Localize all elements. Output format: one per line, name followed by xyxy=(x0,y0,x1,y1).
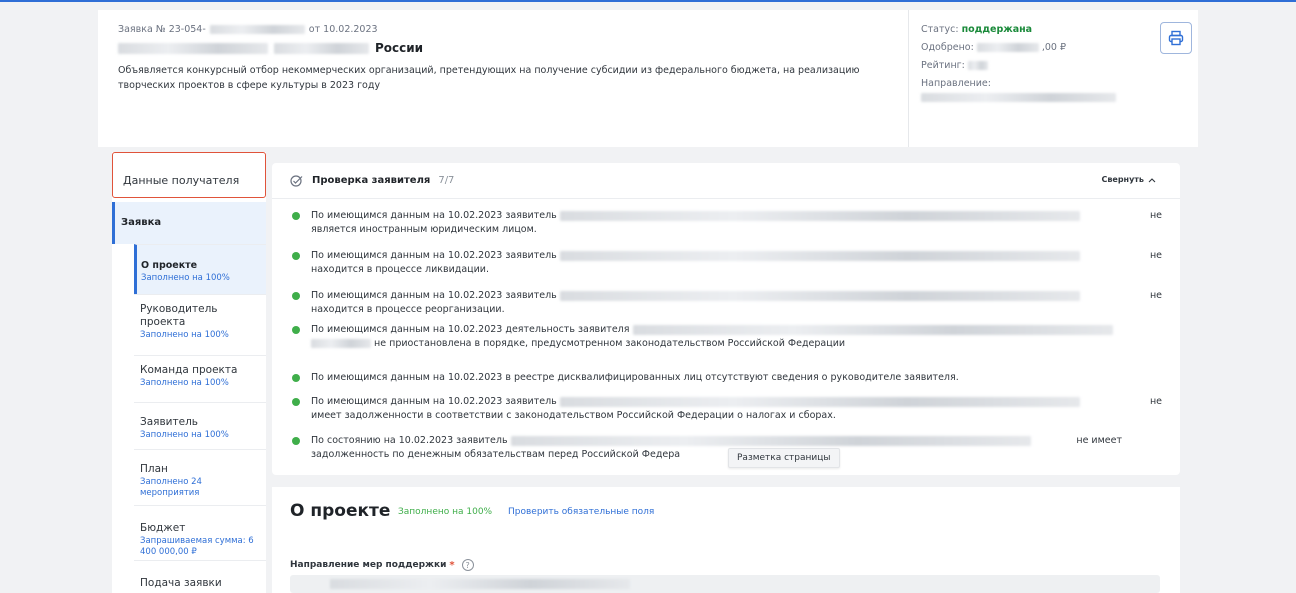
redacted-rating xyxy=(967,61,988,70)
applicant-check-card: Проверка заявителя 7/7 Свернуть По имеющ… xyxy=(272,163,1180,475)
sidebar-item-plan[interactable]: План Заполнено 24 мероприятия xyxy=(134,449,266,505)
check-ok-icon xyxy=(292,212,300,220)
check-title: Проверка заявителя xyxy=(312,175,431,186)
top-accent-line xyxy=(0,0,1296,2)
printer-icon xyxy=(1168,30,1184,46)
redacted-amount xyxy=(976,43,1039,52)
collapse-button[interactable]: Свернуть xyxy=(1101,175,1156,184)
direction-row: Направление: xyxy=(921,78,991,89)
competition-description: Объявляется конкурсный отбор некоммерчес… xyxy=(118,65,860,91)
checklist-icon xyxy=(290,174,303,187)
check-required-fields-link[interactable]: Проверить обязательные поля xyxy=(508,507,654,517)
redacted-title-2 xyxy=(274,42,369,54)
support-direction-label: Направление мер поддержки * ? xyxy=(290,559,474,571)
check-ok-icon xyxy=(292,252,300,260)
sidebar-item-recipient-data[interactable]: Данные получателя xyxy=(112,152,266,198)
applicant-check-header: Проверка заявителя 7/7 Свернуть xyxy=(272,163,1180,199)
section-title: О проекте xyxy=(290,501,391,521)
check-item: По имеющимся данным на 10.02.2023 заявит… xyxy=(292,395,1162,423)
status-badge: поддержана xyxy=(961,24,1033,35)
about-project-section: О проекте Заполнено на 100% Проверить об… xyxy=(272,487,1180,593)
support-direction-field[interactable] xyxy=(290,575,1160,593)
check-ok-icon xyxy=(292,374,300,382)
approved-row: Одобрено: ,00 ₽ xyxy=(921,42,1067,53)
check-ok-icon xyxy=(292,292,300,300)
sidebar-item-submit[interactable]: Подача заявки xyxy=(134,560,266,593)
sidebar-item-application[interactable]: Заявка xyxy=(112,202,266,244)
direction-value xyxy=(921,93,1198,102)
check-count: 7/7 xyxy=(438,175,455,186)
sidebar-item-project-team[interactable]: Команда проекта Заполнено на 100% xyxy=(134,355,266,402)
check-item: По состоянию на 10.02.2023 заявитель зад… xyxy=(292,434,1162,462)
status-row: Статус: поддержана xyxy=(921,24,1033,35)
help-icon[interactable]: ? xyxy=(461,559,474,571)
check-ok-icon xyxy=(292,437,300,445)
check-item: По имеющимся данным на 10.02.2023 заявит… xyxy=(292,249,1162,277)
sidebar-item-applicant[interactable]: Заявитель Заполнено на 100% xyxy=(134,402,266,449)
rating-row: Рейтинг: xyxy=(921,60,1198,71)
sidebar-item-about-project[interactable]: О проекте Заполнено на 100% xyxy=(134,244,266,294)
application-header: Заявка № 23-054- от 10.02.2023 России Об… xyxy=(98,10,1198,147)
application-info: Заявка № 23-054- от 10.02.2023 России Об… xyxy=(118,24,908,93)
required-mark: * xyxy=(449,559,455,571)
application-title: России xyxy=(118,41,908,55)
check-item: По имеющимся данным на 10.02.2023 заявит… xyxy=(292,289,1162,317)
check-ok-icon xyxy=(292,326,300,334)
check-item: По имеющимся данным на 10.02.2023 заявит… xyxy=(292,209,1162,237)
check-ok-icon xyxy=(292,398,300,406)
application-number: Заявка № 23-054- от 10.02.2023 xyxy=(118,24,378,35)
redacted-direction xyxy=(921,93,1116,102)
check-item: По имеющимся данным на 10.02.2023 в реес… xyxy=(292,371,1162,385)
sidebar-item-project-leader[interactable]: Руководитель проекта Заполнено на 100% xyxy=(134,294,266,355)
chevron-up-icon xyxy=(1148,177,1156,182)
tooltip: Разметка страницы xyxy=(728,448,840,468)
redacted-title xyxy=(118,42,268,54)
print-button[interactable] xyxy=(1160,22,1192,54)
check-item: По имеющимся данным на 10.02.2023 деятел… xyxy=(292,323,1162,351)
redacted-number xyxy=(209,25,305,34)
application-summary: Статус: поддержана Одобрено: ,00 ₽ Рейти… xyxy=(908,10,1198,147)
fill-status: Заполнено на 100% xyxy=(398,507,493,517)
sidebar-item-budget[interactable]: Бюджет Запрашиваемая сумма: 6 400 000,00… xyxy=(134,505,266,560)
sidebar: Данные получателя Заявка О проекте Запол… xyxy=(112,152,266,593)
